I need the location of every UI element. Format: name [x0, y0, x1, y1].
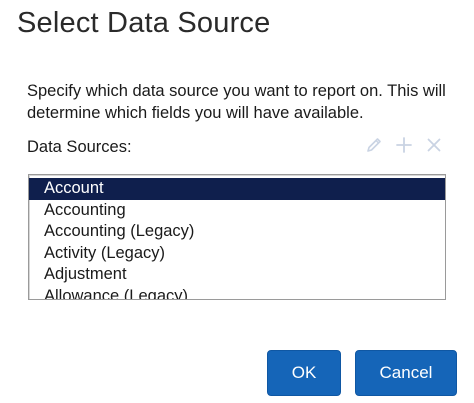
- ok-button[interactable]: OK: [267, 350, 341, 396]
- list-item[interactable]: Adjustment: [29, 264, 445, 286]
- list-item[interactable]: Activity (Legacy): [29, 243, 445, 265]
- dialog-description: Specify which data source you want to re…: [27, 82, 446, 122]
- pencil-icon[interactable]: [364, 135, 384, 155]
- select-data-source-dialog: Select Data Source Specify which data so…: [0, 0, 474, 403]
- data-sources-listbox[interactable]: Account Accounting Accounting (Legacy) A…: [28, 174, 446, 300]
- plus-icon[interactable]: [394, 135, 414, 155]
- cancel-button[interactable]: Cancel: [355, 350, 457, 396]
- dialog-title: Select Data Source: [17, 7, 271, 39]
- list-item[interactable]: Account: [29, 178, 445, 200]
- list-item[interactable]: Accounting: [29, 200, 445, 222]
- data-sources-label: Data Sources:: [27, 138, 132, 156]
- list-item[interactable]: Allowance (Legacy): [29, 286, 445, 300]
- list-item[interactable]: Accounting (Legacy): [29, 221, 445, 243]
- data-sources-toolbar: [364, 134, 444, 156]
- close-icon[interactable]: [424, 135, 444, 155]
